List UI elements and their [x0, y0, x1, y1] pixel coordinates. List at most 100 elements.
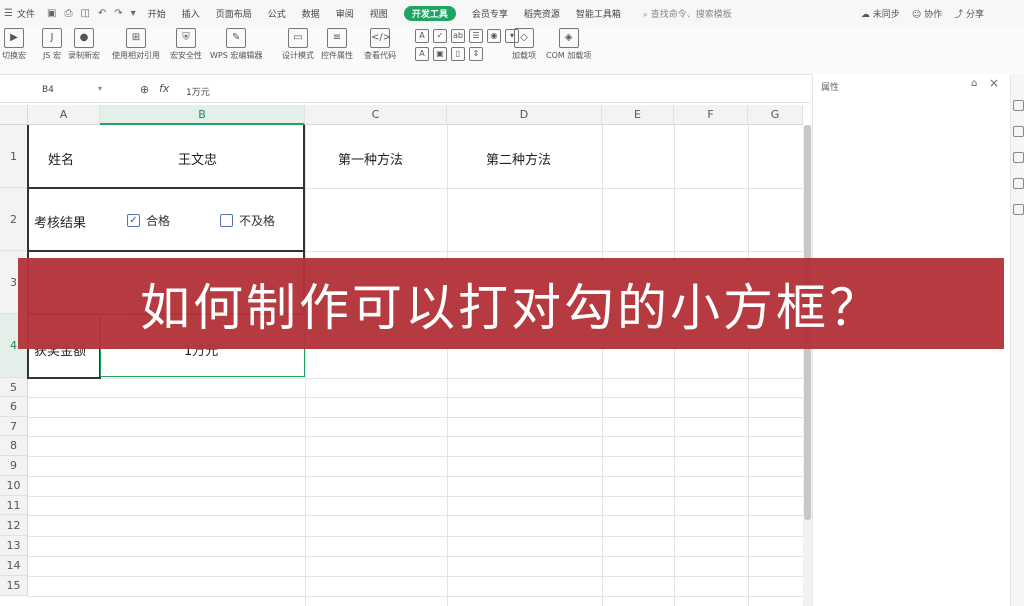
tab-home[interactable]: 开始 — [148, 7, 166, 20]
cursor-icon[interactable] — [1013, 100, 1024, 111]
switch-macro-button[interactable]: ▶ 切换宏 — [2, 28, 26, 61]
row-header-11[interactable]: 11 — [0, 496, 28, 515]
row-header-5[interactable]: 5 — [0, 378, 28, 397]
wps-macro-editor-button[interactable]: ✎ WPS 宏编辑器 — [210, 28, 262, 61]
column-header-b[interactable]: B — [100, 105, 305, 125]
view-code-button[interactable]: </> 查看代码 — [364, 28, 396, 61]
vertical-scrollbar[interactable] — [803, 125, 812, 606]
cell-a1[interactable]: 姓名 — [48, 149, 74, 168]
column-header-e[interactable]: E — [602, 105, 674, 125]
control-gallery: A ✓ ab ☰ ◉ ▾ A ▣ ▯ ⇕ — [415, 29, 519, 61]
row-header-2[interactable]: 2 — [0, 188, 28, 251]
checkbox-pass-label: 合格 — [146, 214, 171, 228]
js-macro-button[interactable]: J JS 宏 — [42, 28, 62, 61]
listbox-control-icon[interactable]: ☰ — [469, 29, 483, 43]
row-header-10[interactable]: 10 — [0, 476, 28, 496]
code-icon: </> — [370, 28, 391, 48]
tab-developer[interactable]: 开发工具 — [403, 5, 456, 21]
radio-control-icon[interactable]: ◉ — [487, 29, 501, 43]
checkbox-control-icon[interactable]: ✓ — [433, 29, 447, 43]
menu-file[interactable]: 文件 — [17, 7, 35, 20]
record-icon: ● — [74, 28, 94, 48]
tab-view[interactable]: 视图 — [370, 7, 388, 20]
collab-button[interactable]: ☺ 协作 — [912, 7, 942, 20]
shape-icon[interactable] — [1013, 126, 1024, 137]
column-header-d[interactable]: D — [447, 105, 602, 125]
chevron-down-icon[interactable]: ▾ — [98, 84, 102, 93]
relative-ref-icon: ⊞ — [126, 28, 146, 48]
row-header-1[interactable]: 1 — [0, 125, 28, 188]
zoom-icon[interactable]: ⊕ — [140, 83, 149, 96]
row-header-7[interactable]: 7 — [0, 417, 28, 436]
column-header-g[interactable]: G — [748, 105, 803, 125]
cell-a2[interactable]: 考核结果 — [34, 212, 86, 231]
row-header-14[interactable]: 14 — [0, 556, 28, 576]
sync-button[interactable]: ☁ 未同步 — [861, 7, 900, 20]
image-control-icon[interactable]: ▣ — [433, 47, 447, 61]
title-right-actions: ☁ 未同步 ☺ 协作 ⤴ 分享 — [861, 0, 984, 26]
tab-data[interactable]: 数据 — [302, 7, 320, 20]
formula-input[interactable]: 1万元 — [186, 85, 210, 98]
tab-formula[interactable]: 公式 — [268, 7, 286, 20]
macro-security-button[interactable]: ⛨ 宏安全性 — [170, 28, 202, 61]
row-header-8[interactable]: 8 — [0, 436, 28, 456]
tab-review[interactable]: 审阅 — [336, 7, 354, 20]
label-control-icon[interactable]: A — [415, 29, 429, 43]
row-header-9[interactable]: 9 — [0, 456, 28, 476]
preview-icon[interactable]: ◫ — [80, 8, 89, 19]
control-props-button[interactable]: ≡ 控件属性 — [321, 28, 353, 61]
com-addins-button[interactable]: ◈ COM 加载项 — [546, 28, 591, 61]
redo-icon[interactable]: ↷ — [114, 8, 122, 19]
save-icon[interactable]: ▣ — [47, 8, 56, 19]
design-mode-button[interactable]: ▭ 设计模式 — [282, 28, 314, 61]
row-header-13[interactable]: 13 — [0, 536, 28, 556]
js-macro-label: JS 宏 — [43, 51, 61, 60]
close-icon[interactable]: × — [989, 76, 999, 90]
column-header-c[interactable]: C — [305, 105, 447, 125]
addins-button[interactable]: ◇ 加载项 — [512, 28, 536, 61]
more-icon[interactable]: ▾ — [131, 8, 136, 19]
cell-c1[interactable]: 第一种方法 — [338, 149, 403, 168]
select-all-corner[interactable] — [0, 105, 28, 125]
tab-page-layout[interactable]: 页面布局 — [216, 7, 252, 20]
spin-control-icon[interactable]: ⇕ — [469, 47, 483, 61]
settings-icon[interactable] — [1013, 204, 1024, 215]
design-mode-label: 设计模式 — [282, 51, 314, 60]
tab-docer[interactable]: 稻壳资源 — [524, 7, 560, 20]
design-icon: ▭ — [288, 28, 308, 48]
hamburger-icon[interactable]: ☰ — [4, 8, 13, 19]
record-macro-label: 录制新宏 — [68, 51, 100, 60]
row-header-15[interactable]: 15 — [0, 576, 28, 596]
row-header-12[interactable]: 12 — [0, 515, 28, 536]
cell-b1[interactable]: 王文忠 — [178, 149, 217, 168]
pin-icon[interactable]: ⌂ — [971, 78, 977, 89]
share-button[interactable]: ⤴ 分享 — [954, 7, 984, 20]
tab-smart-tools[interactable]: 智能工具箱 — [576, 7, 621, 20]
fx-icon[interactable]: fx — [159, 82, 169, 95]
textbox-control-icon[interactable]: ab — [451, 29, 465, 43]
help-icon[interactable] — [1013, 178, 1024, 189]
column-header-f[interactable]: F — [674, 105, 748, 125]
name-box[interactable]: B4 — [42, 85, 54, 95]
row-header-6[interactable]: 6 — [0, 397, 28, 417]
checkbox-fail[interactable]: 不及格 — [220, 212, 275, 229]
style-icon[interactable] — [1013, 152, 1024, 163]
cell-d1[interactable]: 第二种方法 — [486, 149, 551, 168]
relative-ref-button[interactable]: ⊞ 使用相对引用 — [112, 28, 160, 61]
checkbox-pass[interactable]: ✓ 合格 — [127, 212, 170, 229]
text-control-icon[interactable]: A — [415, 47, 429, 61]
undo-icon[interactable]: ↶ — [98, 8, 106, 19]
record-macro-button[interactable]: ● 录制新宏 — [68, 28, 100, 61]
column-header-a[interactable]: A — [28, 105, 100, 125]
grid-line — [602, 125, 603, 606]
tab-member[interactable]: 会员专享 — [472, 7, 508, 20]
search-box[interactable]: ⌕ 查找命令、搜索模板 — [643, 7, 732, 20]
print-icon[interactable]: ⎙ — [64, 8, 72, 19]
checkbox-checked-icon: ✓ — [127, 214, 140, 227]
share-label: 分享 — [965, 9, 984, 20]
grid-line — [28, 515, 803, 516]
tab-insert[interactable]: 插入 — [182, 7, 200, 20]
toggle-control-icon[interactable]: ▯ — [451, 47, 465, 61]
grid-line — [28, 596, 803, 597]
user-icon: ☺ — [911, 9, 922, 20]
